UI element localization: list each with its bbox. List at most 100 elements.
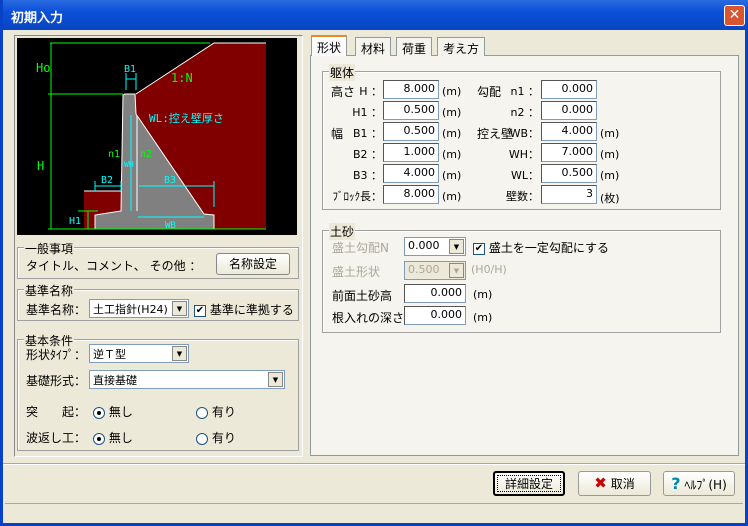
basic-group: 基本条件 形状ﾀｲﾌﾟ： 逆Ｔ型 ▼ 基礎形式： 直接基礎 ▼ 突 起： 無し 有り… (17, 332, 299, 451)
n2-input[interactable]: 0.000 (541, 101, 597, 120)
h1-input[interactable]: 0.500 (383, 101, 439, 120)
radio-label: 無し (108, 405, 133, 419)
label-b3: B3 (164, 175, 176, 186)
fill-slope-value: 0.000 (408, 239, 440, 252)
slope-label: 勾配 (477, 85, 502, 99)
detail-settings-button[interactable]: 詳細設定 (493, 471, 565, 496)
fill-shape-unit: (H0/H) (471, 263, 507, 276)
general-title: 一般事項 (24, 240, 75, 257)
b3-input[interactable]: 4.000 (383, 164, 439, 183)
help-button[interactable]: ? ﾍﾙﾌﾟ(H) (663, 471, 735, 496)
protrusion-label: 突 起： (26, 405, 87, 419)
fill-shape-select[interactable]: 0.500 ▼ (404, 261, 466, 280)
chevron-down-icon: ▼ (449, 263, 464, 278)
tab-load[interactable]: 荷重 (396, 37, 433, 56)
cancel-label: 取消 (610, 477, 635, 491)
radio-label: 無し (108, 431, 133, 445)
separator (3, 463, 745, 465)
tab-shape[interactable]: 形状 (311, 35, 348, 56)
label-wh: WH (124, 160, 134, 169)
name-setting-button[interactable]: 名称設定 (216, 253, 290, 275)
wave-label: 波返し工： (26, 431, 87, 445)
general-label: タイトル、コメント、 その他 ： (26, 259, 202, 273)
fill-slope-label: 盛土勾配N (332, 241, 389, 255)
standard-select[interactable]: 土工指針(H24) ▼ (89, 299, 189, 318)
chevron-down-icon: ▼ (449, 239, 464, 254)
n1-label: n1 ： (510, 85, 539, 98)
embed-depth-label: 根入れの深さ (332, 311, 405, 325)
walls-input[interactable]: 3 (541, 185, 597, 204)
standard-value: 土工指針(H24) (93, 303, 168, 316)
label-wb: WB (165, 221, 176, 231)
tab-material[interactable]: 材料 (355, 37, 392, 56)
label-wl: WL:控え壁厚さ (149, 111, 224, 125)
foundation-value: 直接基礎 (93, 374, 137, 387)
soil-title: 土砂 (329, 223, 356, 240)
h-label: H ： (359, 85, 382, 98)
unit-label: (m) (473, 288, 493, 301)
b2-label: B2 ： (352, 148, 382, 161)
standard-checkbox[interactable]: ✔ 基準に準拠する (194, 301, 294, 318)
height-label: 高さ (331, 85, 356, 99)
label-n1: n1 (108, 149, 120, 160)
unit-label: (m) (442, 190, 462, 203)
fill-const-checkbox[interactable]: ✔ 盛土を一定勾配にする (473, 239, 609, 256)
check-icon: ✔ (194, 304, 206, 317)
width-label: 幅 (331, 127, 344, 141)
b3-label: B3 ： (352, 169, 382, 182)
b2-input[interactable]: 1.000 (383, 143, 439, 162)
block-input[interactable]: 8.000 (383, 185, 439, 204)
embed-depth-input[interactable]: 0.000 (404, 306, 466, 325)
window-title: 初期入力 (11, 11, 64, 26)
wb-label: WB： (509, 127, 539, 140)
shape-type-value: 逆Ｔ型 (93, 348, 126, 361)
standard-label: 基準名称： (26, 303, 87, 317)
cancel-button[interactable]: ✖ 取消 (578, 471, 651, 496)
label-h1: H1 (69, 216, 81, 227)
status-bar (5, 503, 743, 520)
foundation-label: 基礎形式： (26, 374, 87, 388)
b1-input[interactable]: 0.500 (383, 122, 439, 141)
wall-diagram: Ho H 1:N n1 n2 B1 B2 B3 H1 WH WB WL:控え壁厚… (17, 38, 297, 235)
body-group: 躯体 高さ 幅 勾配 控え壁 H ： 8.000 (m) H1 ： 0.500 (m) B1… (322, 64, 721, 210)
soil-group: 土砂 盛土勾配N 0.000 ▼ ✔ 盛土を一定勾配にする 盛土形状 0.500 ▼… (322, 223, 721, 333)
protrusion-yes-radio[interactable]: 有り (196, 403, 236, 420)
unit-label: (m) (442, 148, 462, 161)
shape-type-select[interactable]: 逆Ｔ型 ▼ (89, 344, 189, 363)
general-group: 一般事項 タイトル、コメント、 その他 ： 名称設定 (17, 240, 299, 279)
help-label: ﾍﾙﾌﾟ(H) (684, 478, 727, 492)
unit-label: (m) (600, 148, 620, 161)
n2-label: n2 ： (510, 106, 539, 119)
chevron-down-icon: ▼ (172, 346, 187, 361)
unit-label: (m) (473, 311, 493, 324)
shape-type-label: 形状ﾀｲﾌﾟ： (26, 348, 87, 362)
close-button[interactable]: ✕ (724, 5, 745, 26)
foundation-select[interactable]: 直接基礎 ▼ (89, 370, 285, 389)
n1-input[interactable]: 0.000 (541, 80, 597, 99)
dialog-window: 初期入力 ✕ Ho H 1:N n1 n2 B1 B2 B3 H1 WH WB … (0, 0, 748, 526)
chevron-down-icon: ▼ (172, 301, 187, 316)
unit-label: (枚) (600, 192, 620, 205)
wh-input[interactable]: 7.000 (541, 143, 597, 162)
wl-input[interactable]: 0.500 (541, 164, 597, 183)
standard-title: 基準名称 (24, 282, 75, 299)
body-title: 躯体 (329, 64, 356, 81)
tab-approach[interactable]: 考え方 (437, 37, 486, 56)
block-label: ﾌﾞﾛｯｸ長： (332, 190, 383, 203)
h1-label: H1 ： (352, 106, 382, 119)
unit-label: (m) (600, 169, 620, 182)
wb-input[interactable]: 4.000 (541, 122, 597, 141)
radio-label: 有り (211, 405, 236, 419)
h-input[interactable]: 8.000 (383, 80, 439, 99)
wave-none-radio[interactable]: 無し (93, 429, 133, 446)
buttress-label: 控え壁 (477, 127, 514, 141)
unit-label: (m) (442, 85, 462, 98)
label-h: H (37, 159, 44, 173)
standard-group: 基準名称 基準名称： 土工指針(H24) ▼ ✔ 基準に準拠する (17, 282, 299, 321)
front-soil-input[interactable]: 0.000 (404, 284, 466, 303)
protrusion-none-radio[interactable]: 無し (93, 403, 133, 420)
label-slope: 1:N (171, 71, 193, 85)
unit-label: (m) (600, 127, 620, 140)
fill-slope-select[interactable]: 0.000 ▼ (404, 237, 466, 256)
wave-yes-radio[interactable]: 有り (196, 429, 236, 446)
